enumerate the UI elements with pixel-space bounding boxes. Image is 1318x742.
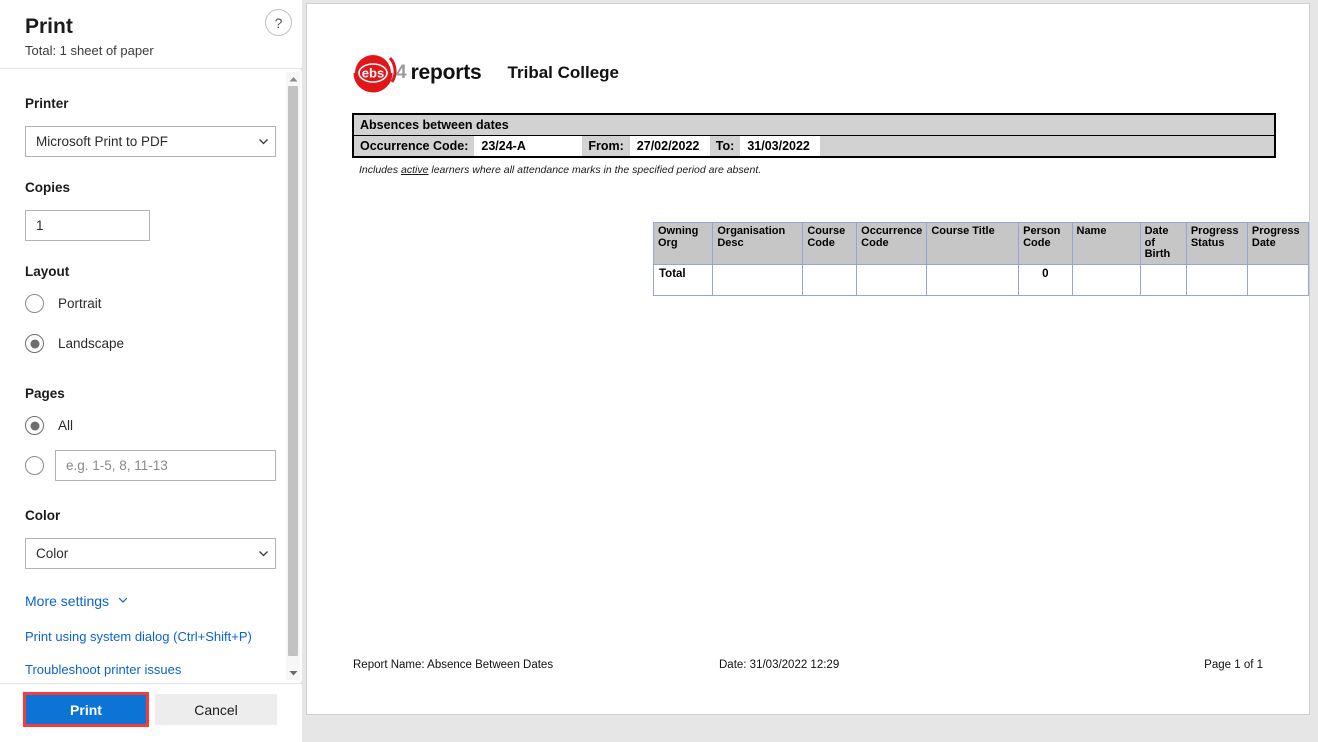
- layout-option-portrait[interactable]: Portrait: [25, 294, 102, 313]
- column-header-date-of-birth: Date of Birth: [1139, 222, 1187, 265]
- print-button[interactable]: Print: [26, 695, 146, 724]
- cell-organisation-desc: [712, 263, 804, 296]
- sheet-total-text: Total: 1 sheet of paper: [25, 43, 154, 58]
- pages-option-all-label: All: [58, 418, 74, 433]
- absences-table: Owning Org Organisation Desc Course Code…: [652, 222, 1310, 296]
- dialog-settings-scroll-area: Printer Microsoft Print to PDF Copies 1 …: [0, 70, 302, 682]
- scroll-up-icon[interactable]: [286, 72, 300, 86]
- from-label: From:: [588, 139, 624, 153]
- more-settings-link[interactable]: More settings: [25, 593, 129, 609]
- layout-option-landscape[interactable]: Landscape: [25, 334, 124, 353]
- table-header-row: Owning Org Organisation Desc Course Code…: [652, 222, 1310, 265]
- radio-portrait-icon: [25, 294, 44, 313]
- column-header-name: Name: [1071, 222, 1141, 265]
- print-dialog: Print Total: 1 sheet of paper ? Printer …: [0, 0, 302, 742]
- color-selected-value: Color: [36, 546, 69, 561]
- copies-value: 1: [36, 218, 44, 233]
- occurrence-code-label: Occurrence Code:: [360, 139, 469, 153]
- cell-progress-status: [1185, 263, 1248, 296]
- column-header-person-code: Person Code: [1018, 222, 1073, 265]
- settings-scrollbar[interactable]: [286, 72, 300, 680]
- footer-page-number: Page 1 of 1: [1204, 659, 1263, 671]
- logo-version: 4: [396, 62, 407, 83]
- system-dialog-link[interactable]: Print using system dialog (Ctrl+Shift+P): [25, 629, 252, 644]
- pages-option-custom[interactable]: [25, 456, 44, 475]
- svg-text:ebs: ebs: [362, 66, 384, 81]
- column-header-course-code: Course Code: [802, 222, 858, 265]
- report-page: ebs 4 reports Tribal College Absences be…: [306, 3, 1310, 715]
- cell-course-code: [802, 263, 858, 296]
- cell-progress-date: [1246, 263, 1310, 296]
- printer-label: Printer: [25, 96, 69, 111]
- layout-option-portrait-label: Portrait: [58, 296, 102, 311]
- color-select[interactable]: Color: [25, 538, 276, 569]
- cell-occurrence-code: [856, 263, 928, 296]
- help-icon[interactable]: ?: [265, 9, 292, 36]
- copies-input[interactable]: 1: [25, 210, 150, 241]
- column-header-occurrence-code: Occurrence Code: [856, 222, 928, 265]
- more-settings-label: More settings: [25, 593, 110, 609]
- copies-label: Copies: [25, 180, 71, 195]
- to-label: To:: [715, 139, 735, 153]
- organisation-name: Tribal College: [507, 63, 620, 82]
- occurrence-code-value: 23/24-A: [474, 136, 583, 156]
- scroll-down-icon[interactable]: [286, 666, 300, 680]
- ebs-logo-icon: ebs: [353, 55, 397, 93]
- note-prefix: Includes: [359, 164, 402, 176]
- layout-label: Layout: [25, 264, 70, 279]
- logo-product: reports: [410, 61, 482, 84]
- radio-landscape-icon: [25, 334, 44, 353]
- report-title: Absences between dates: [360, 118, 509, 132]
- report-header-box: Absences between dates Occurrence Code: …: [352, 113, 1276, 158]
- column-header-course-title: Course Title: [926, 222, 1020, 265]
- column-header-organisation-desc: Organisation Desc: [712, 222, 804, 265]
- report-header-params-row: Occurrence Code: 23/24-A From: 27/02/202…: [354, 136, 1274, 156]
- radio-custom-pages-icon: [25, 456, 44, 475]
- note-underlined: active: [401, 164, 429, 176]
- chevron-down-icon: [251, 135, 275, 148]
- dialog-header: Print Total: 1 sheet of paper ?: [0, 0, 302, 69]
- printer-selected-value: Microsoft Print to PDF: [36, 134, 169, 149]
- cell-name: [1071, 263, 1141, 296]
- column-header-progress-date: Progress Date: [1246, 222, 1310, 265]
- cell-person-code: 0: [1018, 263, 1073, 296]
- from-value: 27/02/2022: [629, 136, 710, 156]
- note-suffix: learners where all attendance marks in t…: [428, 164, 762, 176]
- scrollbar-thumb[interactable]: [288, 86, 298, 656]
- troubleshoot-link[interactable]: Troubleshoot printer issues: [25, 662, 181, 677]
- column-header-progress-status: Progress Status: [1185, 222, 1248, 265]
- pages-label: Pages: [25, 386, 65, 401]
- table-row: Total 0: [652, 263, 1310, 296]
- chevron-down-icon: [118, 597, 128, 603]
- report-header-title-row: Absences between dates: [354, 115, 1274, 136]
- layout-option-landscape-label: Landscape: [58, 336, 125, 351]
- print-button-highlight: Print: [23, 692, 149, 727]
- custom-pages-input[interactable]: e.g. 1-5, 8, 11-13: [55, 450, 276, 481]
- cell-date-of-birth: [1139, 263, 1187, 296]
- to-value: 31/03/2022: [740, 136, 821, 156]
- custom-pages-placeholder: e.g. 1-5, 8, 11-13: [66, 458, 168, 473]
- cell-course-title: [926, 263, 1020, 296]
- cancel-button[interactable]: Cancel: [155, 694, 277, 725]
- chevron-down-icon: [251, 547, 275, 560]
- footer-report-name: Report Name: Absence Between Dates: [353, 659, 554, 671]
- cell-owning-org: Total: [652, 263, 714, 296]
- radio-all-pages-icon: [25, 416, 44, 435]
- page-title: Print: [25, 15, 73, 38]
- help-icon-glyph: ?: [274, 14, 283, 31]
- printer-select[interactable]: Microsoft Print to PDF: [25, 126, 276, 157]
- footer-date: Date: 31/03/2022 12:29: [719, 659, 840, 671]
- preview-pane: ebs 4 reports Tribal College Absences be…: [303, 0, 1318, 742]
- print-preview-window: Print Total: 1 sheet of paper ? Printer …: [0, 0, 1318, 742]
- pages-option-all[interactable]: All: [25, 416, 73, 435]
- color-label: Color: [25, 508, 61, 523]
- report-branding: ebs 4 reports Tribal College: [352, 52, 619, 94]
- column-header-owning-org: Owning Org: [652, 222, 714, 265]
- report-note: Includes active learners where all atten…: [359, 164, 761, 176]
